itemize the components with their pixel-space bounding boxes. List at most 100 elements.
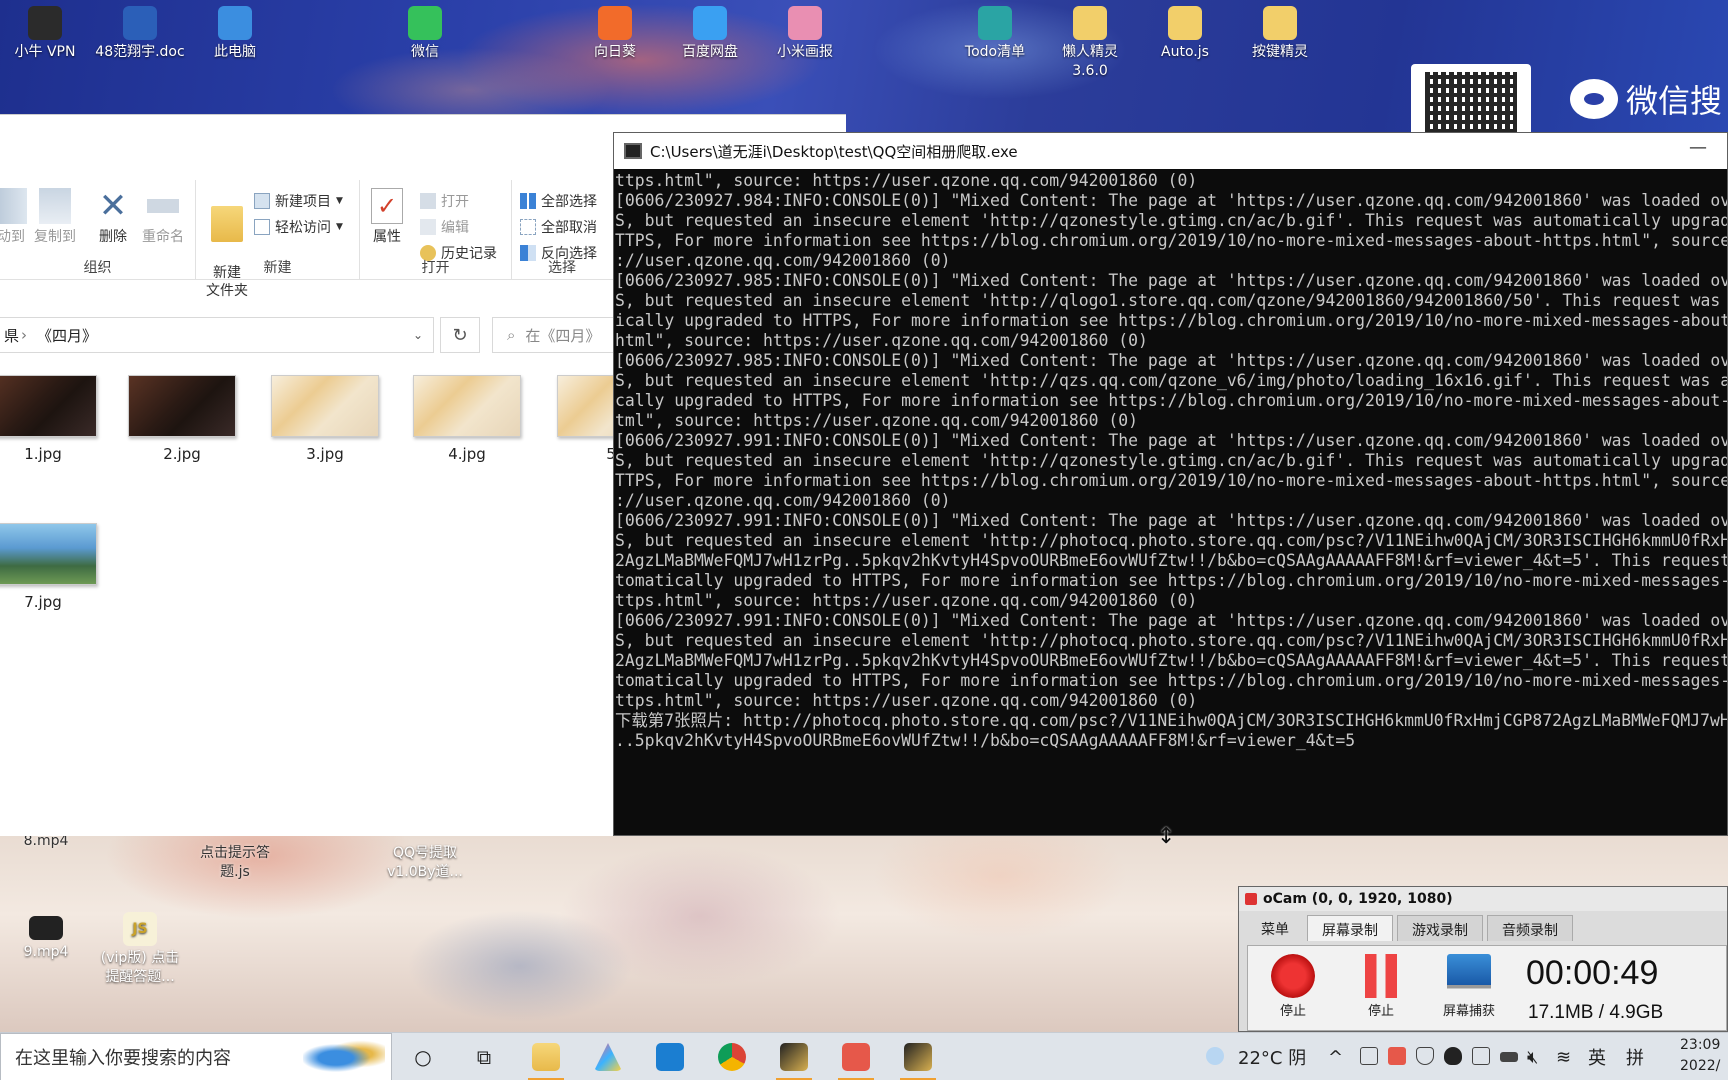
desktop-icon-3[interactable]: 微信 xyxy=(380,2,470,62)
new-item-button[interactable]: 新建项目 ▼ xyxy=(254,190,343,212)
ocam-tray-icon[interactable] xyxy=(1388,1047,1406,1065)
ocam-titlebar[interactable]: oCam (0, 0, 1920, 1080) xyxy=(1239,887,1727,911)
battery-icon[interactable] xyxy=(1500,1052,1518,1062)
cortana-button[interactable]: ○ xyxy=(405,1039,441,1075)
wifi-button[interactable]: ≋ xyxy=(1556,1033,1571,1080)
console-line: TTPS, For more information see https://b… xyxy=(615,231,1727,250)
tab-screen-record[interactable]: 屏幕录制 xyxy=(1307,915,1393,941)
pause-icon xyxy=(1359,954,1403,998)
console-line: [0606/230927.991:INFO:CONSOLE(0)] "Mixed… xyxy=(615,431,1727,450)
volume-button[interactable]: 🔇︎ xyxy=(1527,1033,1538,1080)
refresh-button[interactable]: ↻ xyxy=(440,317,480,353)
properties-button[interactable]: ✓ 属性 xyxy=(360,188,414,246)
console-line: S, but requested an insecure element 'ht… xyxy=(615,451,1727,470)
taskbar-app-triangle[interactable] xyxy=(590,1039,626,1075)
desktop-icon-label: 百度网盘 xyxy=(682,44,738,60)
ribbon-group-select: 全部选择 全部取消 反向选择 选择 xyxy=(512,180,612,280)
desktop-icon-9-mp4[interactable]: 9.mp4 xyxy=(1,912,91,962)
console-line: 下载第7张照片: http://photocq.photo.store.qq.c… xyxy=(615,711,1727,730)
file-explorer-icon xyxy=(532,1043,560,1071)
new-folder-button[interactable]: 新建 文件夹 xyxy=(200,188,254,300)
weather-widget[interactable]: 22°C 阴 xyxy=(1238,1033,1306,1080)
open-button[interactable]: 打开 xyxy=(420,190,469,212)
folder-icon xyxy=(1168,6,1202,40)
console-line: ttps.html", source: https://user.qzone.q… xyxy=(615,591,1198,610)
rename-button[interactable]: 重命名 xyxy=(136,188,190,246)
console-output[interactable]: ttps.html", source: https://user.qzone.q… xyxy=(614,171,1727,833)
breadcrumb-folder[interactable]: 《四月》 xyxy=(37,325,97,346)
taskbar-chrome[interactable] xyxy=(714,1039,750,1075)
easy-access-button[interactable]: 轻松访问 ▼ xyxy=(254,216,343,238)
wechat-search-label: 微信搜 xyxy=(1626,82,1723,120)
tab-game-record[interactable]: 游戏录制 xyxy=(1397,915,1483,941)
chrome-icon xyxy=(718,1043,746,1071)
address-bar[interactable]: 県 › 《四月》 ⌄ xyxy=(0,317,434,353)
ocam-tabs: 菜单 屏幕录制 游戏录制 音频录制 xyxy=(1239,911,1727,941)
desktop-icon-label: 懒人精灵3.6.0 xyxy=(1062,44,1118,79)
delete-button[interactable]: ✕ 删除 xyxy=(86,188,140,246)
file-item[interactable]: 7.jpg xyxy=(0,523,98,611)
desktop-icon-label: 小米画报 xyxy=(777,44,833,60)
ime-language-button[interactable]: 英 xyxy=(1588,1033,1606,1080)
show-hidden-icons-button[interactable]: ^ xyxy=(1328,1033,1343,1080)
screen-capture-button[interactable]: 屏幕捕获 xyxy=(1434,954,1504,1019)
qq-penguin-icon[interactable] xyxy=(1444,1047,1462,1065)
usb-icon[interactable] xyxy=(1360,1047,1378,1065)
stop-record-button[interactable]: 停止 xyxy=(1258,954,1328,1019)
taskbar-console-app-2[interactable] xyxy=(900,1039,936,1080)
console-line: tomatically upgraded to HTTPS, For more … xyxy=(615,571,1727,590)
taskbar-console-app[interactable] xyxy=(776,1039,812,1080)
refresh-icon: ↻ xyxy=(452,324,468,346)
clock-time: 23:09 xyxy=(1680,1037,1721,1053)
display-icon[interactable] xyxy=(1472,1047,1490,1065)
task-view-button[interactable]: ⧉ xyxy=(466,1039,502,1075)
edit-button[interactable]: 编辑 xyxy=(420,216,469,238)
ocam-taskbar-icon xyxy=(842,1043,870,1071)
taskbar-search-input[interactable]: 在这里输入你要搜索的内容 xyxy=(0,1033,392,1080)
js-file-icon: JS xyxy=(123,912,157,946)
console-titlebar[interactable]: C:\Users\道无涯i\Desktop\test\QQ空间相册爬取.exe … xyxy=(614,133,1727,169)
record-timer: 00:00:49 xyxy=(1526,954,1659,992)
pause-button[interactable]: 停止 xyxy=(1346,954,1416,1019)
desktop-icon-6[interactable]: 小米画报 xyxy=(760,2,850,62)
file-item[interactable]: 3.jpg xyxy=(270,375,380,463)
desktop-icon-10[interactable]: 按键精灵 xyxy=(1235,2,1325,62)
desktop-icon-4[interactable]: 向日葵 xyxy=(570,2,660,62)
wechat-search-widget[interactable]: 微信搜 xyxy=(1570,74,1722,124)
desktop-icon-2[interactable]: 此电脑 xyxy=(190,2,280,62)
file-item[interactable]: 4.jpg xyxy=(412,375,522,463)
console-line: ically upgraded to HTTPS, For more infor… xyxy=(615,311,1727,330)
console-line: ttps.html", source: https://user.qzone.q… xyxy=(615,171,1198,190)
minimize-button[interactable]: — xyxy=(1689,137,1707,158)
desktop-icon-9[interactable]: Auto.js xyxy=(1140,2,1230,62)
shield-icon[interactable] xyxy=(1416,1047,1434,1065)
taskbar-file-explorer[interactable] xyxy=(528,1039,564,1080)
file-item[interactable]: 2.jpg xyxy=(127,375,237,463)
image-thumbnail xyxy=(0,375,97,437)
file-name: 7.jpg xyxy=(24,593,62,611)
desktop-icon-hint-js[interactable]: 点击提示答题.js xyxy=(190,844,280,882)
tab-menu[interactable]: 菜单 xyxy=(1247,915,1303,941)
ocam-app-icon xyxy=(1245,893,1257,905)
edit-pencil-icon xyxy=(420,219,436,235)
console-line: ..5pkqv2hKvtyH4SpvoOURBmeE6ovWUfZtw!!/b&… xyxy=(615,731,1356,750)
tab-audio-record[interactable]: 音频录制 xyxy=(1487,915,1573,941)
chevron-right-icon: › xyxy=(21,326,28,344)
ime-mode-button[interactable]: 拼 xyxy=(1626,1033,1644,1080)
file-item[interactable]: 1.jpg xyxy=(0,375,98,463)
ribbon-group-organize: 动到 复制到 ✕ 删除 重命名 组织 xyxy=(0,180,196,280)
desktop-icon-0[interactable]: 小牛 VPN xyxy=(0,2,90,62)
clock[interactable]: 23:09 2022/ xyxy=(1680,1035,1720,1077)
select-none-button[interactable]: 全部取消 xyxy=(520,216,597,238)
desktop-icon-5[interactable]: 百度网盘 xyxy=(665,2,755,62)
chevron-down-icon[interactable]: ⌄ xyxy=(413,328,423,342)
desktop-icon-8[interactable]: 懒人精灵3.6.0 xyxy=(1045,2,1135,81)
desktop-icon-qq-extract[interactable]: QQ号提取v1.0By道... xyxy=(380,844,470,882)
desktop-icon-7[interactable]: Todo清单 xyxy=(950,2,1040,62)
taskbar-ocam[interactable] xyxy=(838,1039,874,1080)
desktop-icon-vip-js[interactable]: JS (vip版) 点击提醒答题... xyxy=(95,908,185,987)
desktop-icon-1[interactable]: 48范翔宇.doc xyxy=(95,2,185,62)
taskbar-vscode[interactable] xyxy=(652,1039,688,1075)
copy-to-button[interactable]: 复制到 xyxy=(28,188,82,246)
select-all-button[interactable]: 全部选择 xyxy=(520,190,597,212)
